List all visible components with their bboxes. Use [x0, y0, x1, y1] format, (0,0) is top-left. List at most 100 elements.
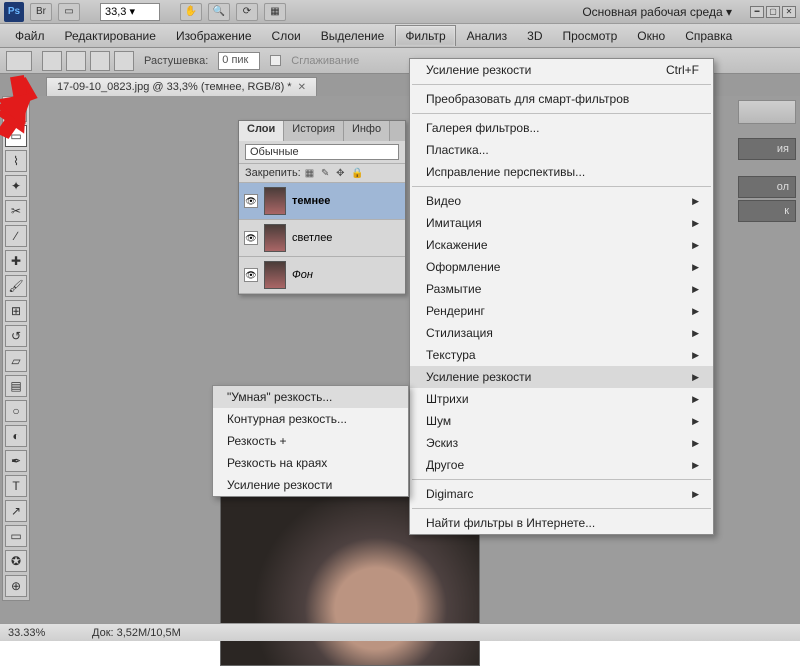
3d-camera-tool[interactable]: ⊕ [5, 575, 27, 597]
sharpen-edges[interactable]: Резкость на краях [213, 452, 408, 474]
document-close-icon[interactable]: ✕ [298, 82, 306, 93]
dodge-tool[interactable]: ◐ [5, 425, 27, 447]
sharpen-basic[interactable]: Усиление резкости [213, 474, 408, 496]
layer-row[interactable]: 👁 Фон [239, 257, 405, 294]
dock-header[interactable] [738, 100, 796, 124]
history-brush-tool[interactable]: ↺ [5, 325, 27, 347]
layer-name[interactable]: Фон [292, 269, 313, 281]
filter-group-render[interactable]: Рендеринг▶ [410, 300, 713, 322]
zoom-icon[interactable]: 🔍 [208, 3, 230, 21]
menu-view[interactable]: Просмотр [553, 26, 626, 46]
sharpen-more[interactable]: Резкость + [213, 430, 408, 452]
lasso-tool[interactable]: ⌇ [5, 150, 27, 172]
filter-gallery[interactable]: Галерея фильтров... [410, 117, 713, 139]
bridge-icon[interactable]: Br [30, 3, 52, 21]
filter-group-stylize[interactable]: Стилизация▶ [410, 322, 713, 344]
menu-help[interactable]: Справка [676, 26, 741, 46]
status-zoom[interactable]: 33.33% [8, 627, 68, 639]
arrange-icon[interactable]: ▦ [264, 3, 286, 21]
filter-vanishing[interactable]: Исправление перспективы... [410, 161, 713, 183]
filter-liquify[interactable]: Пластика... [410, 139, 713, 161]
pen-tool[interactable]: ✒ [5, 450, 27, 472]
status-bar: 33.33% Док: 3,52M/10,5M [0, 623, 800, 641]
panel-tab-info[interactable]: Инфо [344, 121, 390, 141]
filter-group-strokes[interactable]: Штрихи▶ [410, 388, 713, 410]
crop-tool[interactable]: ✂ [5, 200, 27, 222]
menu-select[interactable]: Выделение [312, 26, 394, 46]
menu-3d[interactable]: 3D [518, 26, 551, 46]
path-tool[interactable]: ↗ [5, 500, 27, 522]
menu-image[interactable]: Изображение [167, 26, 261, 46]
type-tool[interactable]: T [5, 475, 27, 497]
lock-icons[interactable]: ▦ ✎ ✥ 🔒 [305, 168, 366, 179]
hand-icon[interactable]: ✋ [180, 3, 202, 21]
layer-name[interactable]: темнее [292, 195, 330, 207]
visibility-icon[interactable]: 👁 [244, 194, 258, 208]
3d-tool[interactable]: ✪ [5, 550, 27, 572]
filter-last[interactable]: Усиление резкости Ctrl+F [410, 59, 713, 81]
workspace-switcher[interactable]: Основная рабочая среда ▾ [582, 5, 736, 19]
filter-group-sketch[interactable]: Эскиз▶ [410, 432, 713, 454]
dock-tab[interactable]: к [738, 200, 796, 222]
healing-tool[interactable]: ✚ [5, 250, 27, 272]
filter-group-sharpen[interactable]: Усиление резкости▶ [410, 366, 713, 388]
eyedropper-tool[interactable]: ∕ [5, 225, 27, 247]
blur-tool[interactable]: ○ [5, 400, 27, 422]
filter-group-blur[interactable]: Размытие▶ [410, 278, 713, 300]
panel-tab-history[interactable]: История [284, 121, 344, 141]
selmode-intersect[interactable] [114, 51, 134, 71]
wand-tool[interactable]: ✦ [5, 175, 27, 197]
menu-file[interactable]: Файл [6, 26, 54, 46]
blend-mode-select[interactable]: Обычные [245, 144, 399, 160]
document-tab[interactable]: 17-09-10_0823.jpg @ 33,3% (темнее, RGB/8… [46, 77, 317, 96]
shape-tool[interactable]: ▭ [5, 525, 27, 547]
layer-thumbnail[interactable] [264, 187, 286, 215]
filter-group-artistic[interactable]: Имитация▶ [410, 212, 713, 234]
antialias-checkbox[interactable] [270, 55, 281, 66]
layer-row[interactable]: 👁 светлее [239, 220, 405, 257]
tool-preset-icon[interactable] [6, 51, 32, 71]
sharpen-unsharp[interactable]: Контурная резкость... [213, 408, 408, 430]
dock-tab[interactable]: ол [738, 176, 796, 198]
eraser-tool[interactable]: ▱ [5, 350, 27, 372]
stamp-tool[interactable]: ⊞ [5, 300, 27, 322]
layer-thumbnail[interactable] [264, 261, 286, 289]
feather-input[interactable]: 0 пик [218, 52, 260, 70]
filter-group-pixelate[interactable]: Оформление▶ [410, 256, 713, 278]
filter-group-other[interactable]: Другое▶ [410, 454, 713, 476]
filter-group-noise[interactable]: Шум▶ [410, 410, 713, 432]
screenmode-icon[interactable]: ▭ [58, 3, 80, 21]
brush-tool[interactable]: 🖌 [5, 275, 27, 297]
filter-group-distort[interactable]: Искажение▶ [410, 234, 713, 256]
zoom-level-field[interactable]: 33,3 ▾ [100, 3, 160, 21]
rotate-icon[interactable]: ⟳ [236, 3, 258, 21]
menu-analysis[interactable]: Анализ [458, 26, 517, 46]
layer-name[interactable]: светлее [292, 232, 332, 244]
panel-tab-layers[interactable]: Слои [239, 121, 284, 141]
dock-tab[interactable]: ия [738, 138, 796, 160]
maximize-button[interactable]: ▢ [766, 6, 780, 18]
selmode-sub[interactable] [90, 51, 110, 71]
status-docsize[interactable]: Док: 3,52M/10,5M [92, 627, 181, 639]
visibility-icon[interactable]: 👁 [244, 231, 258, 245]
antialias-label: Сглаживание [291, 55, 359, 67]
filter-dropdown: Усиление резкости Ctrl+F Преобразовать д… [409, 58, 714, 535]
filter-group-texture[interactable]: Текстура▶ [410, 344, 713, 366]
gradient-tool[interactable]: ▤ [5, 375, 27, 397]
menu-edit[interactable]: Редактирование [56, 26, 165, 46]
menu-layers[interactable]: Слои [263, 26, 310, 46]
layer-thumbnail[interactable] [264, 224, 286, 252]
menu-filter[interactable]: Фильтр [395, 25, 455, 46]
layer-row[interactable]: 👁 темнее [239, 183, 405, 220]
filter-group-video[interactable]: Видео▶ [410, 190, 713, 212]
filter-online[interactable]: Найти фильтры в Интернете... [410, 512, 713, 534]
selmode-add[interactable] [66, 51, 86, 71]
minimize-button[interactable]: ━ [750, 6, 764, 18]
menu-window[interactable]: Окно [628, 26, 674, 46]
filter-smart[interactable]: Преобразовать для смарт-фильтров [410, 88, 713, 110]
close-button[interactable]: ✕ [782, 6, 796, 18]
filter-digimarc[interactable]: Digimarc▶ [410, 483, 713, 505]
visibility-icon[interactable]: 👁 [244, 268, 258, 282]
sharpen-smart[interactable]: "Умная" резкость... [213, 386, 408, 408]
selmode-new[interactable] [42, 51, 62, 71]
